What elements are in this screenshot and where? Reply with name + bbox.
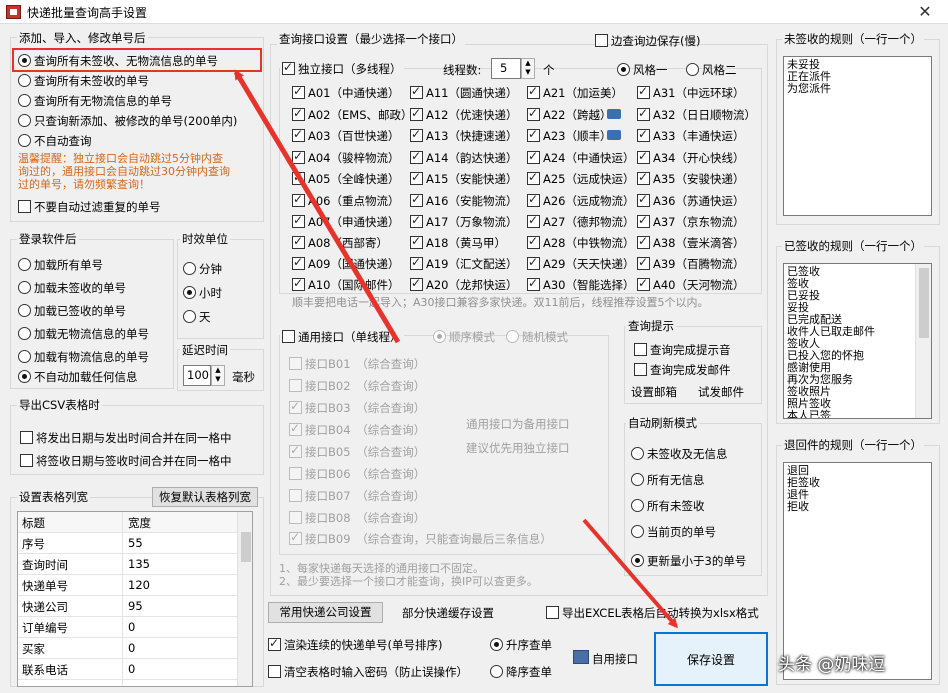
arrow-to-option bbox=[236, 72, 398, 342]
arrow-to-save bbox=[584, 520, 676, 626]
watermark: 头条 @奶味逗 bbox=[778, 650, 885, 675]
annotation-arrows bbox=[0, 0, 948, 693]
